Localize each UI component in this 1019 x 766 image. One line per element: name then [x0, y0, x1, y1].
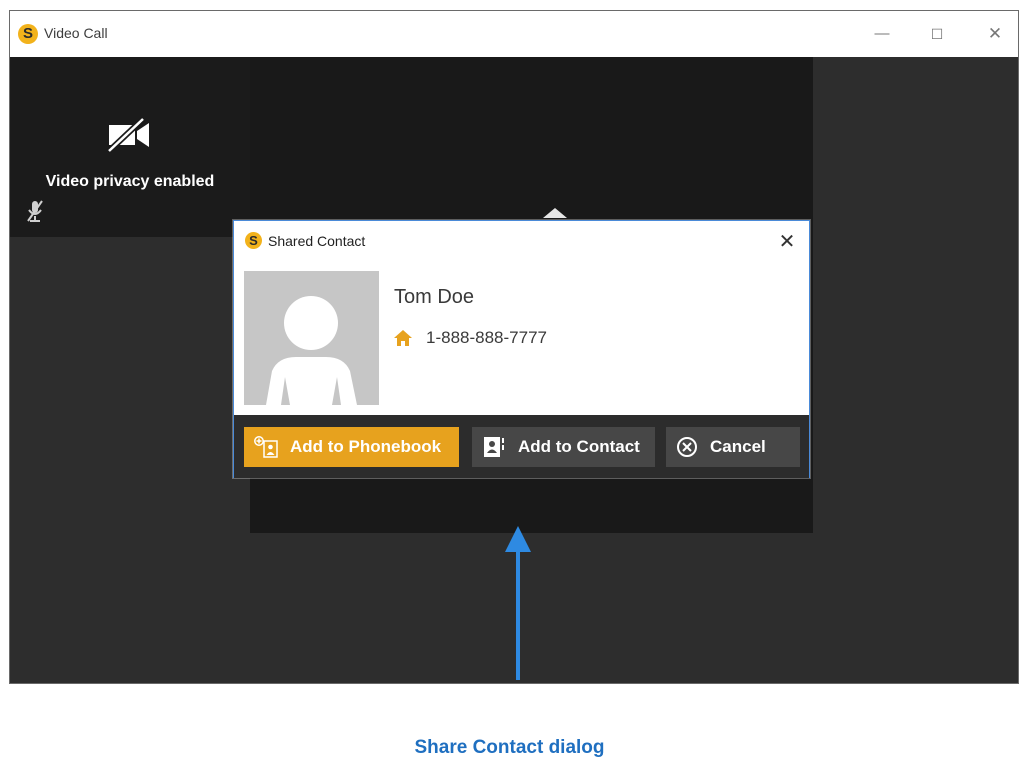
- contact-phone: 1-888-888-7777: [426, 328, 547, 347]
- contact-name: Tom Doe: [394, 286, 475, 308]
- add-to-phonebook-label: Add to Phonebook: [290, 437, 442, 456]
- person-placeholder-icon: [266, 296, 357, 405]
- cancel-label: Cancel: [710, 437, 766, 456]
- contact-phone-row: 1-888-888-7777: [394, 328, 547, 348]
- title-bar: S Video Call — ☐ ✕: [10, 11, 1018, 57]
- chevron-up-icon: [543, 208, 567, 218]
- video-off-icon: [106, 117, 149, 153]
- contact-avatar: [244, 271, 379, 405]
- dialog-close-button[interactable]: ✕: [777, 229, 797, 254]
- annotation-caption: Share Contact dialog: [414, 737, 605, 758]
- annotation-arrow-line: [516, 548, 520, 680]
- app-logo-icon: S: [18, 24, 38, 44]
- add-to-contact-button[interactable]: Add to Contact: [472, 427, 655, 467]
- window-title: Video Call: [44, 25, 108, 41]
- video-privacy-label: Video privacy enabled: [45, 173, 215, 190]
- minimize-button[interactable]: —: [859, 19, 905, 49]
- dialog-title: Shared Contact: [268, 233, 366, 249]
- cancel-button[interactable]: Cancel: [666, 427, 800, 467]
- dialog-logo-icon: S: [245, 232, 262, 249]
- maximize-button[interactable]: ☐: [914, 19, 960, 49]
- dialog-footer: Add to Phonebook Add to Contact Cancel: [234, 415, 809, 478]
- cancel-circle-icon: [677, 437, 697, 457]
- self-view-panel: Video privacy enabled: [10, 57, 250, 237]
- add-contact-icon: [484, 437, 504, 457]
- mic-muted-icon: [27, 200, 43, 222]
- home-icon: [394, 330, 412, 346]
- add-to-contact-label: Add to Contact: [518, 437, 640, 456]
- add-phonebook-icon: [254, 436, 278, 458]
- shared-contact-dialog: S Shared Contact ✕ Tom Doe 1-888-888-777…: [233, 220, 810, 478]
- close-window-button[interactable]: ✕: [972, 19, 1018, 49]
- add-to-phonebook-button[interactable]: Add to Phonebook: [244, 427, 459, 467]
